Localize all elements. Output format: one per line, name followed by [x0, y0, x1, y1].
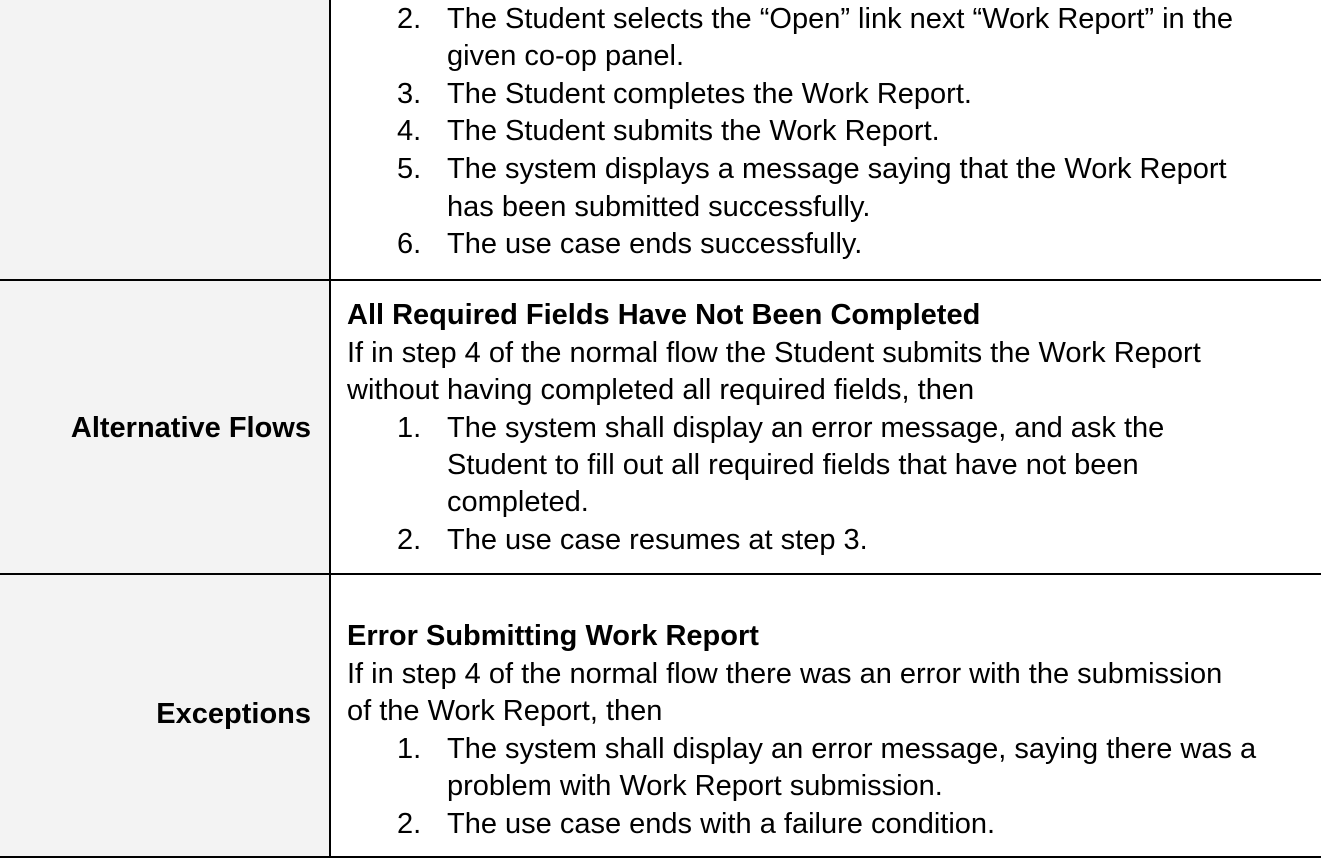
step-number: 2.	[397, 808, 422, 840]
step-number: 2.	[397, 524, 422, 556]
alternative-flows-label-cell: Alternative Flows	[0, 281, 331, 574]
step-text: The use case ends successfully.	[447, 228, 863, 260]
alternative-flow-intro: without having completed all required fi…	[347, 374, 975, 406]
step-text: completed.	[447, 486, 589, 518]
step-text: The use case ends with a failure conditi…	[447, 808, 996, 840]
normal-flow-row: 2. The Student selects the “Open” link n…	[0, 0, 1321, 280]
exceptions-row: Exceptions Error Submitting Work Report …	[0, 573, 1321, 858]
step-text: has been submitted successfully.	[447, 191, 871, 223]
step-number: 3.	[397, 78, 422, 110]
alternative-flows-content: All Required Fields Have Not Been Comple…	[333, 281, 1321, 574]
step-text: given co-op panel.	[447, 40, 684, 72]
step-number: 1.	[397, 412, 422, 444]
step-text: The system shall display an error messag…	[447, 412, 1165, 444]
step-text: The system displays a message saying tha…	[447, 153, 1227, 185]
step-text: The Student completes the Work Report.	[447, 78, 972, 110]
alternative-flows-row: Alternative Flows All Required Fields Ha…	[0, 279, 1321, 574]
step-number: 1.	[397, 733, 422, 765]
step-text: Student to fill out all required fields …	[447, 449, 1139, 481]
exception-intro: If in step 4 of the normal flow there wa…	[347, 658, 1223, 690]
step-number: 4.	[397, 115, 422, 147]
exceptions-label: Exceptions	[156, 698, 311, 730]
step-number: 2.	[397, 3, 422, 35]
step-text: The system shall display an error messag…	[447, 733, 1257, 765]
step-number: 6.	[397, 228, 422, 260]
exception-heading: Error Submitting Work Report	[347, 620, 759, 652]
normal-flow-content: 2. The Student selects the “Open” link n…	[333, 0, 1321, 280]
exceptions-content: Error Submitting Work Report If in step …	[333, 575, 1321, 856]
alternative-flows-label: Alternative Flows	[70, 412, 311, 444]
use-case-table: 2. The Student selects the “Open” link n…	[0, 0, 1321, 858]
step-number: 5.	[397, 153, 422, 185]
normal-flow-label-cell	[0, 0, 331, 280]
exception-intro: of the Work Report, then	[347, 695, 663, 727]
alternative-flow-intro: If in step 4 of the normal flow the Stud…	[347, 337, 1201, 369]
step-text: problem with Work Report submission.	[447, 770, 943, 802]
step-text: The Student selects the “Open” link next…	[447, 3, 1234, 35]
step-text: The use case resumes at step 3.	[447, 524, 868, 556]
step-text: The Student submits the Work Report.	[447, 115, 940, 147]
alternative-flow-heading: All Required Fields Have Not Been Comple…	[347, 299, 981, 331]
exceptions-label-cell: Exceptions	[0, 575, 331, 856]
